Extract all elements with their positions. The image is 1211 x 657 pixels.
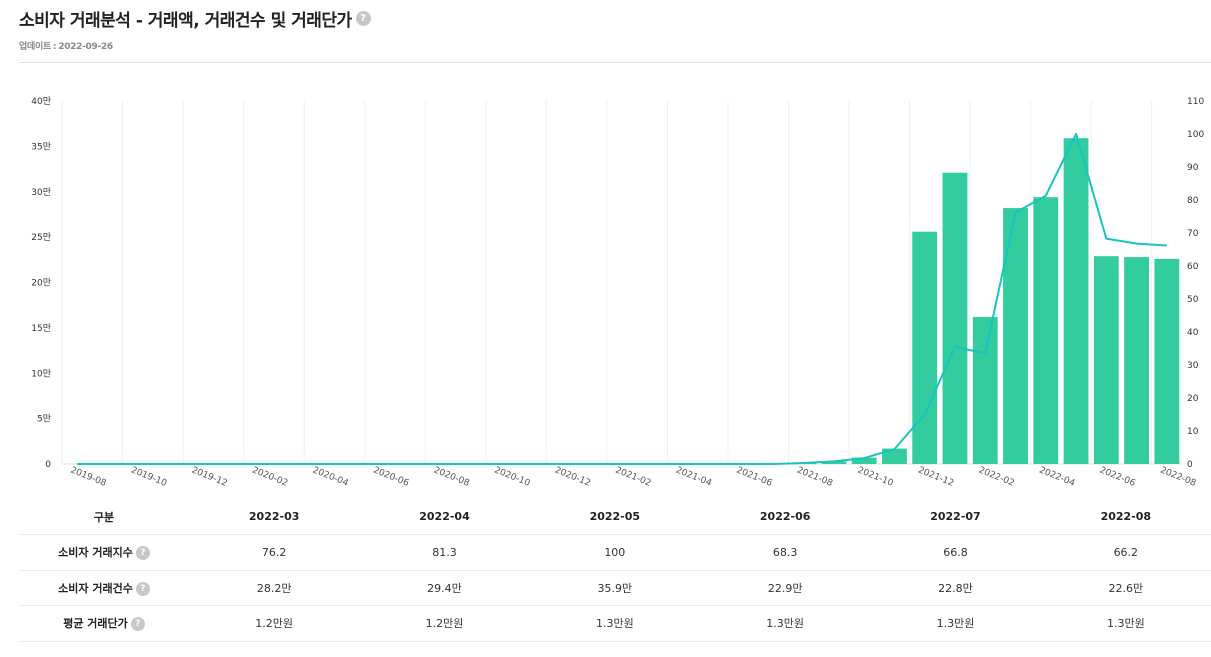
table-cell: 100: [529, 534, 700, 571]
bar: [1003, 208, 1028, 464]
left-tick-label: 30만: [31, 187, 51, 198]
x-tick-label: 2020-12: [553, 466, 592, 489]
right-tick-label: 110: [1187, 97, 1204, 107]
bar: [1093, 256, 1119, 464]
x-tick-label: 2020-02: [250, 466, 289, 489]
right-tick-label: 30: [1187, 361, 1199, 371]
update-label: 업데이트: [19, 42, 51, 52]
table-cell: 29.4만: [359, 570, 530, 606]
left-tick-label: 25만: [31, 232, 51, 243]
bar: [972, 316, 998, 464]
left-tick-label: 20만: [31, 278, 51, 289]
x-tick-label: 2020-08: [432, 466, 471, 489]
left-tick-label: 35만: [31, 141, 51, 152]
table-cell: 22.6만: [1040, 570, 1211, 606]
table-column-header: 2022-03: [189, 499, 360, 535]
table-cell: 68.3: [699, 534, 871, 571]
help-icon[interactable]: ?: [135, 581, 150, 596]
title-row: 소비자 거래분석 - 거래액, 거래건수 및 거래단가 ?: [19, 6, 1211, 31]
row-label: 소비자 거래건수: [58, 581, 133, 595]
right-tick-label: 80: [1187, 196, 1199, 206]
left-tick-label: 40만: [31, 96, 51, 107]
combo-chart: 0 5만 10만 15만 20만 25만 30만 35만 40만 0 10 20 30 40 50 60 70 8…: [31, 96, 1204, 489]
x-tick-label: 2022-06: [1098, 466, 1137, 489]
x-tick-label: 2020-04: [311, 466, 350, 489]
x-tick-label: 2020-10: [493, 466, 532, 489]
right-tick-label: 40: [1187, 328, 1199, 338]
table-column-header: 2022-08: [1040, 499, 1211, 535]
row-label-cell: 소비자 거래건수?: [19, 570, 189, 606]
x-tick-label: 2019-10: [129, 466, 168, 489]
right-tick-label: 100: [1187, 130, 1204, 140]
help-icon[interactable]: ?: [355, 10, 371, 26]
right-tick-label: 10: [1187, 427, 1199, 437]
bar: [1063, 138, 1089, 464]
row-label: 평균 거래단가: [63, 617, 128, 631]
header-divider: [19, 62, 1211, 63]
table-cell: 66.8: [870, 534, 1041, 571]
table-cell: 81.3: [359, 534, 530, 571]
x-tick-label: 2021-08: [795, 466, 834, 489]
right-tick-label: 90: [1187, 163, 1199, 173]
x-tick-label: 2019-12: [190, 466, 229, 489]
table-cell: 76.2: [189, 534, 360, 571]
bar: [912, 231, 938, 464]
x-tick-label: 2021-02: [614, 466, 653, 489]
table-row: 소비자 거래건수? 28.2만 29.4만 35.9만 22.9만 22.8만 …: [19, 570, 1211, 606]
table-cell: 35.9만: [529, 570, 700, 606]
x-tick-label: 2019-08: [69, 466, 108, 489]
table-cell: 1.3만원: [699, 605, 871, 642]
x-tick-label: 2021-06: [735, 466, 774, 489]
summary-table: 구분 2022-03 2022-04 2022-05 2022-06 2022-…: [19, 499, 1211, 642]
table-row: 소비자 거래지수? 76.2 81.3 100 68.3 66.8 66.2: [19, 534, 1211, 571]
page-header: 소비자 거래분석 - 거래액, 거래건수 및 거래단가 ? 업데이트:2022-…: [19, 6, 1211, 52]
bar: [1154, 258, 1180, 464]
left-tick-label: 10만: [31, 368, 51, 379]
left-tick-label: 0: [45, 460, 51, 470]
table-cell: 1.2만원: [189, 605, 360, 642]
right-tick-label: 70: [1187, 229, 1199, 239]
help-icon[interactable]: ?: [130, 617, 145, 632]
left-tick-label: 15만: [31, 323, 51, 334]
x-tick-label: 2022-04: [1038, 466, 1077, 489]
table-cell: 1.2만원: [359, 605, 530, 642]
page-title: 소비자 거래분석 - 거래액, 거래건수 및 거래단가: [19, 10, 352, 31]
axis-layer: 0 5만 10만 15만 20만 25만 30만 35만 40만 0 10 20 30 40 50 60 70 8…: [31, 96, 1204, 489]
x-tick-label: 2020-06: [372, 466, 411, 489]
bar: [942, 172, 968, 464]
table-cell: 22.9만: [699, 570, 871, 606]
row-label: 소비자 거래지수: [58, 546, 133, 560]
table-cell: 1.3만원: [1040, 605, 1211, 642]
row-label-cell: 소비자 거래지수?: [19, 534, 189, 571]
table-row: 평균 거래단가? 1.2만원 1.2만원 1.3만원 1.3만원 1.3만원 1…: [19, 605, 1211, 642]
bar: [1033, 197, 1059, 464]
table-column-header: 2022-05: [529, 499, 700, 535]
table-cell: 1.3만원: [870, 605, 1041, 642]
right-tick-label: 20: [1187, 394, 1199, 404]
right-tick-label: 60: [1187, 262, 1199, 272]
table-cell: 22.8만: [870, 570, 1041, 606]
x-tick-label: 2021-10: [856, 466, 895, 489]
update-info: 업데이트:2022-09-26: [19, 39, 1211, 52]
x-tick-label: 2021-12: [916, 466, 955, 489]
table-header-label: 구분: [19, 499, 189, 535]
table-column-header: 2022-04: [359, 499, 530, 535]
table-cell: 1.3만원: [529, 605, 700, 642]
table-cell: 66.2: [1040, 534, 1211, 571]
update-date: 2022-09-26: [58, 42, 113, 52]
help-icon[interactable]: ?: [135, 546, 150, 561]
row-label-cell: 평균 거래단가?: [19, 605, 189, 642]
bar: [1124, 257, 1150, 464]
left-tick-label: 5만: [37, 414, 51, 425]
table-cell: 28.2만: [189, 570, 360, 606]
table-column-header: 2022-07: [870, 499, 1041, 535]
x-tick-label: 2021-04: [674, 466, 713, 489]
x-tick-label: 2022-02: [977, 466, 1016, 489]
right-tick-label: 50: [1187, 295, 1199, 305]
right-tick-label: 0: [1187, 460, 1193, 470]
table-column-header: 2022-06: [699, 499, 871, 535]
update-separator: :: [52, 42, 57, 52]
table-header-row: 구분 2022-03 2022-04 2022-05 2022-06 2022-…: [19, 499, 1211, 535]
